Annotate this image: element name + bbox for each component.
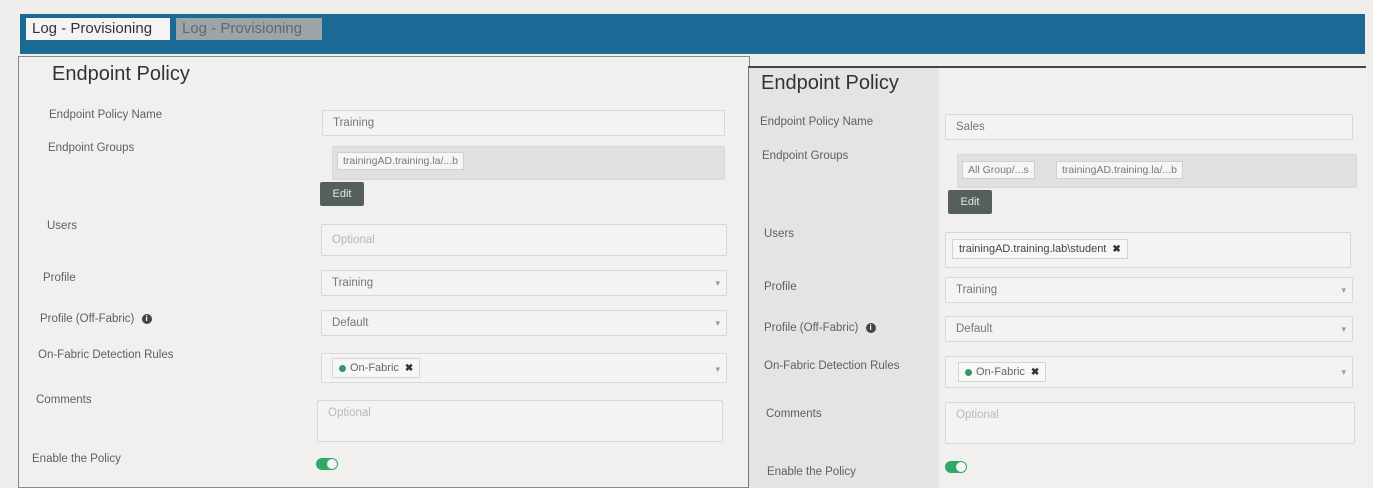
profile-select-value: Training — [956, 284, 998, 296]
endpoint-policy-panel-right: Endpoint Policy Endpoint Policy Name Sal… — [748, 66, 1366, 488]
users-label: Users — [764, 228, 795, 240]
users-label: Users — [47, 220, 78, 232]
status-dot-icon — [965, 368, 972, 376]
enable-policy-label: Enable the Policy — [32, 453, 121, 465]
toggle-knob — [956, 462, 966, 472]
chevron-down-icon: ▾ — [715, 364, 720, 374]
edit-groups-button[interactable]: Edit — [320, 182, 364, 206]
group-tag[interactable]: trainingAD.training.la/...b — [1056, 161, 1183, 179]
on-fabric-chip[interactable]: On-Fabric ✖ — [332, 358, 421, 378]
on-fabric-chip-label: On-Fabric — [976, 366, 1025, 378]
close-icon[interactable]: ✖ — [1031, 367, 1039, 378]
tab-log-provisioning-active[interactable]: Log - Provisioning — [26, 18, 170, 40]
endpoint-groups-label: Endpoint Groups — [762, 150, 849, 162]
close-icon[interactable]: ✖ — [1112, 244, 1120, 255]
endpoint-groups-label: Endpoint Groups — [48, 142, 135, 154]
enable-policy-toggle[interactable] — [945, 461, 967, 473]
info-icon[interactable]: i — [141, 313, 152, 324]
comments-textarea[interactable]: Optional — [317, 400, 723, 442]
detection-rules-select[interactable]: On-Fabric ✖ ▾ — [321, 353, 727, 383]
endpoint-groups-field[interactable]: trainingAD.training.la/...b — [332, 146, 725, 180]
enable-policy-toggle[interactable] — [316, 458, 338, 470]
enable-policy-label: Enable the Policy — [767, 466, 856, 478]
chevron-down-icon: ▾ — [715, 318, 720, 328]
comments-textarea[interactable]: Optional — [945, 402, 1355, 444]
chevron-down-icon: ▾ — [1341, 285, 1346, 295]
panel-title: Endpoint Policy — [761, 72, 899, 94]
user-chip[interactable]: trainingAD.training.lab\student ✖ — [952, 239, 1128, 259]
toggle-knob — [327, 459, 337, 469]
profile-off-fabric-select[interactable]: Default ▾ — [321, 310, 727, 336]
profile-label: Profile — [764, 281, 797, 293]
comments-label: Comments — [766, 408, 822, 420]
panel-title: Endpoint Policy — [52, 63, 190, 85]
on-fabric-chip[interactable]: On-Fabric ✖ — [958, 362, 1047, 382]
label-column — [749, 68, 939, 488]
close-icon[interactable]: ✖ — [405, 363, 413, 374]
profile-select[interactable]: Training ▾ — [945, 277, 1353, 303]
user-chip-label: trainingAD.training.lab\student — [959, 243, 1107, 255]
on-fabric-chip-label: On-Fabric — [350, 362, 399, 374]
profile-off-fabric-value: Default — [956, 323, 993, 335]
endpoint-groups-field[interactable]: All Group/...s trainingAD.training.la/..… — [957, 154, 1357, 188]
policy-name-label: Endpoint Policy Name — [760, 116, 874, 128]
policy-name-input[interactable]: Sales — [945, 114, 1353, 140]
profile-off-fabric-label: Profile (Off-Fabric) i — [764, 322, 876, 334]
profile-off-fabric-select[interactable]: Default ▾ — [945, 316, 1353, 342]
profile-off-fabric-label-text: Profile (Off-Fabric) — [764, 322, 859, 334]
detection-rules-label: On-Fabric Detection Rules — [38, 349, 174, 361]
profile-label: Profile — [43, 272, 76, 284]
edit-groups-button[interactable]: Edit — [948, 190, 992, 214]
chevron-down-icon: ▾ — [1341, 367, 1346, 377]
info-icon[interactable]: i — [865, 322, 876, 333]
group-tag[interactable]: All Group/...s — [962, 161, 1035, 179]
users-input[interactable]: Optional — [321, 224, 727, 256]
profile-select-value: Training — [332, 277, 374, 289]
policy-name-label: Endpoint Policy Name — [49, 109, 163, 121]
detection-rules-label: On-Fabric Detection Rules — [764, 360, 900, 372]
tab-log-provisioning[interactable]: Log - Provisioning — [176, 18, 322, 40]
chevron-down-icon: ▾ — [715, 278, 720, 288]
endpoint-policy-panel-left: Endpoint Policy Endpoint Policy Name Tra… — [18, 56, 750, 488]
status-dot-icon — [339, 364, 346, 372]
comments-label: Comments — [36, 394, 92, 406]
chevron-down-icon: ▾ — [1341, 324, 1346, 334]
profile-off-fabric-label-text: Profile (Off-Fabric) — [40, 313, 135, 325]
users-input[interactable]: trainingAD.training.lab\student ✖ — [945, 232, 1351, 268]
profile-off-fabric-label: Profile (Off-Fabric) i — [40, 313, 152, 325]
detection-rules-select[interactable]: On-Fabric ✖ ▾ — [945, 356, 1353, 388]
policy-name-input[interactable]: Training — [322, 110, 725, 136]
profile-off-fabric-value: Default — [332, 317, 369, 329]
profile-select[interactable]: Training ▾ — [321, 270, 727, 296]
group-tag[interactable]: trainingAD.training.la/...b — [337, 152, 464, 170]
